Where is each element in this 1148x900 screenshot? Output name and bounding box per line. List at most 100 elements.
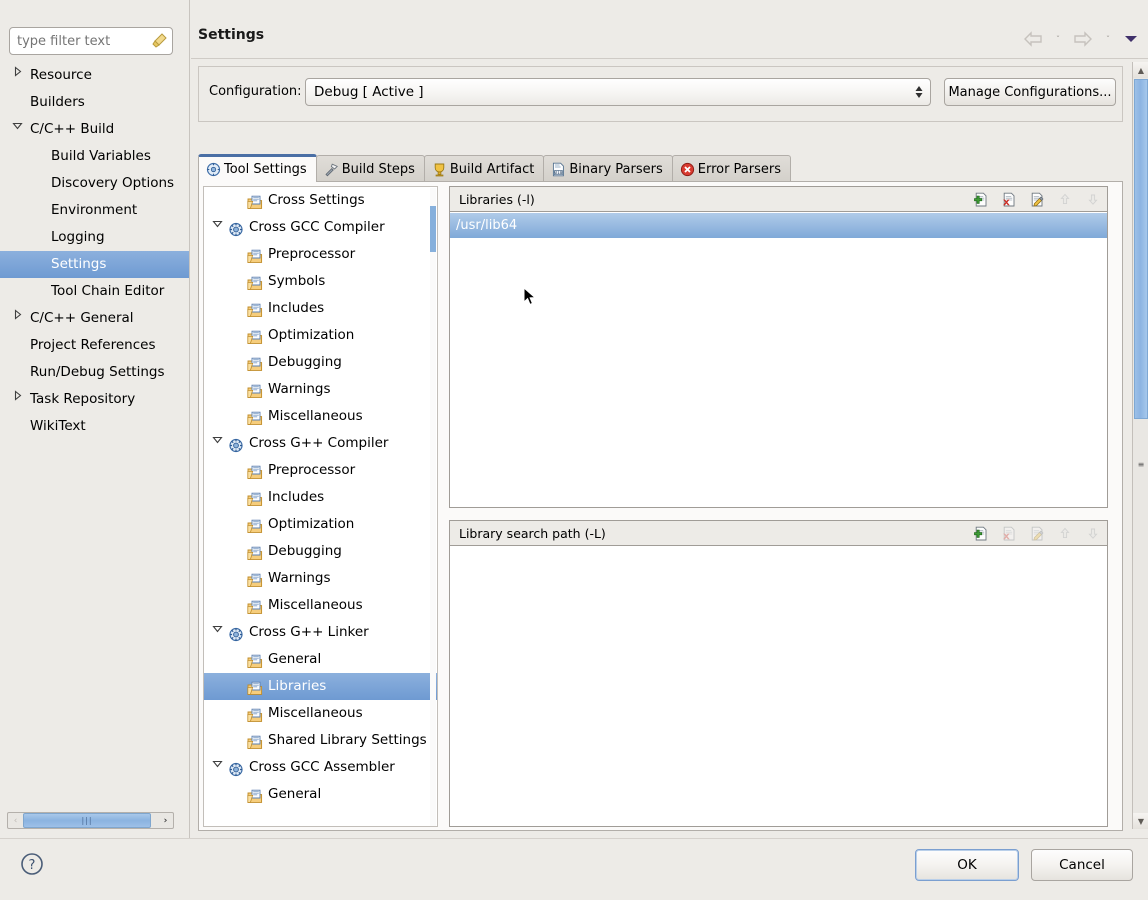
tool-tree-item-label: Cross GCC Compiler [249, 219, 385, 235]
folder-page-icon [247, 409, 263, 425]
tool-tree-item-optimization[interactable]: Optimization [204, 511, 437, 538]
add-icon[interactable] [967, 187, 995, 212]
chevron-down-icon[interactable] [210, 430, 224, 457]
vscroll-thumb[interactable] [1134, 79, 1148, 419]
cancel-button[interactable]: Cancel [1031, 849, 1133, 881]
chevron-right-icon[interactable] [10, 386, 24, 413]
sidebar-item-wikitext[interactable]: WikiText [0, 413, 190, 440]
chevron-updown-icon[interactable] [908, 79, 930, 105]
chevron-right-icon[interactable] [10, 62, 24, 89]
ok-button[interactable]: OK [915, 849, 1019, 881]
page-vscrollbar[interactable]: ▲ ≡ ▼ [1132, 62, 1148, 829]
hscroll-right-arrow[interactable]: › [158, 813, 173, 828]
chevron-right-icon[interactable] [10, 305, 24, 332]
configuration-select[interactable]: Debug [ Active ] [305, 78, 931, 106]
back-menu-chevron-down-icon[interactable]: ˇ [1050, 26, 1066, 52]
tab-binary-parsers[interactable]: 010 Binary Parsers [543, 155, 673, 182]
search-input[interactable] [9, 27, 173, 55]
sidebar-item-build-variables[interactable]: Build Variables [0, 143, 190, 170]
sidebar-hscrollbar[interactable]: ‹ ||| › [7, 812, 174, 829]
tool-tree-item-cross-g-linker[interactable]: Cross G++ Linker [204, 619, 437, 646]
tool-tree-scroll-thumb[interactable] [430, 206, 436, 252]
tool-tree-item-warnings[interactable]: Warnings [204, 376, 437, 403]
list-item[interactable]: /usr/lib64 [450, 213, 1107, 238]
manage-configurations-button[interactable]: Manage Configurations... [944, 78, 1116, 106]
tool-tree[interactable]: Cross Settings Cross GCC Compiler Preproce… [203, 186, 438, 827]
chevron-down-icon[interactable] [10, 116, 24, 143]
tool-gear-icon [228, 220, 244, 237]
sidebar-item-builders[interactable]: Builders [0, 89, 190, 116]
forward-arrow-icon[interactable] [1070, 26, 1096, 52]
tool-tree-item-label: Includes [268, 489, 325, 505]
chevron-down-icon[interactable] [210, 214, 224, 241]
tool-tree-item-miscellaneous[interactable]: Miscellaneous [204, 700, 437, 727]
build-steps-icon [324, 162, 339, 177]
tool-tree-item-libraries[interactable]: Libraries [204, 673, 437, 700]
libraries-list[interactable]: /usr/lib64 [450, 213, 1107, 507]
chevron-down-icon[interactable] [210, 619, 224, 646]
tool-tree-item-includes[interactable]: Includes [204, 295, 437, 322]
library-search-path-list[interactable] [450, 547, 1107, 826]
delete-icon[interactable] [995, 187, 1023, 212]
vscroll-down-arrow[interactable]: ▼ [1133, 813, 1148, 829]
back-arrow-icon[interactable] [1020, 26, 1046, 52]
settings-sidebar: Resource Builders C/C++ Build Build Variabl… [0, 0, 190, 838]
sidebar-item-resource[interactable]: Resource [0, 62, 190, 89]
tool-tree-item-includes[interactable]: Includes [204, 484, 437, 511]
chevron-down-icon[interactable] [210, 754, 224, 781]
tool-tree-item-warnings[interactable]: Warnings [204, 565, 437, 592]
hscroll-thumb[interactable]: ||| [23, 813, 151, 828]
tab-build-steps[interactable]: Build Steps [315, 155, 425, 182]
tool-tree-item-preprocessor[interactable]: Preprocessor [204, 457, 437, 484]
edit-icon[interactable] [1023, 187, 1051, 212]
sidebar-item-discovery-options[interactable]: Discovery Options [0, 170, 190, 197]
settings-tree[interactable]: Resource Builders C/C++ Build Build Variabl… [0, 62, 190, 440]
tab-error-parsers[interactable]: Error Parsers [671, 155, 792, 182]
tool-tree-item-cross-gcc-compiler[interactable]: Cross GCC Compiler [204, 214, 437, 241]
sidebar-item-environment[interactable]: Environment [0, 197, 190, 224]
sidebar-item-logging[interactable]: Logging [0, 224, 190, 251]
tool-tree-scrollbar[interactable] [430, 188, 436, 826]
vscroll-up-arrow[interactable]: ▲ [1133, 62, 1148, 78]
sidebar-item-tool-chain-editor[interactable]: Tool Chain Editor [0, 278, 190, 305]
folder-page-icon [247, 490, 263, 506]
clear-filter-icon[interactable] [151, 32, 168, 49]
tool-tree-item-miscellaneous[interactable]: Miscellaneous [204, 592, 437, 619]
tool-tree-item-general[interactable]: General [204, 781, 437, 808]
sidebar-item-run-debug-settings[interactable]: Run/Debug Settings [0, 359, 190, 386]
folder-page-icon [247, 274, 263, 290]
tool-tree-item-debugging[interactable]: Debugging [204, 538, 437, 565]
add-icon[interactable] [967, 521, 995, 546]
tool-tree-item-optimization[interactable]: Optimization [204, 322, 437, 349]
settings-tabs[interactable]: Tool Settings Build Steps Build Artifact 01… [198, 154, 792, 182]
libraries-panel-toolbar [967, 187, 1107, 212]
hscroll-track[interactable]: ||| [23, 813, 158, 828]
sidebar-item-settings[interactable]: Settings [0, 251, 190, 278]
tool-tree-item-cross-g-compiler[interactable]: Cross G++ Compiler [204, 430, 437, 457]
tab-tool-settings[interactable]: Tool Settings [198, 154, 317, 182]
tool-tree-item-cross-settings[interactable]: Cross Settings [204, 187, 437, 214]
hscroll-left-arrow[interactable]: ‹ [8, 813, 23, 828]
tool-tree-item-general[interactable]: General [204, 646, 437, 673]
view-menu-icon[interactable] [1120, 26, 1142, 52]
tool-tree-item-label: Preprocessor [268, 246, 356, 262]
tool-tree-rows[interactable]: Cross Settings Cross GCC Compiler Preproce… [204, 187, 437, 808]
sidebar-item-c-c-build[interactable]: C/C++ Build [0, 116, 190, 143]
sidebar-item-task-repository[interactable]: Task Repository [0, 386, 190, 413]
tool-tree-item-preprocessor[interactable]: Preprocessor [204, 241, 437, 268]
sidebar-item-project-references[interactable]: Project References [0, 332, 190, 359]
forward-menu-chevron-down-icon[interactable]: ˇ [1100, 26, 1116, 52]
tool-tree-item-symbols[interactable]: Symbols [204, 268, 437, 295]
tool-tree-item-debugging[interactable]: Debugging [204, 349, 437, 376]
tab-build-artifact[interactable]: Build Artifact [423, 155, 545, 182]
tool-tree-item-cross-gcc-assembler[interactable]: Cross GCC Assembler [204, 754, 437, 781]
help-icon[interactable]: ? [20, 852, 44, 876]
sidebar-item-c-c-general[interactable]: C/C++ General [0, 305, 190, 332]
tool-gear-icon [228, 436, 244, 453]
tool-tree-item-shared-library-settings[interactable]: Shared Library Settings [204, 727, 437, 754]
tool-tree-item-miscellaneous[interactable]: Miscellaneous [204, 403, 437, 430]
